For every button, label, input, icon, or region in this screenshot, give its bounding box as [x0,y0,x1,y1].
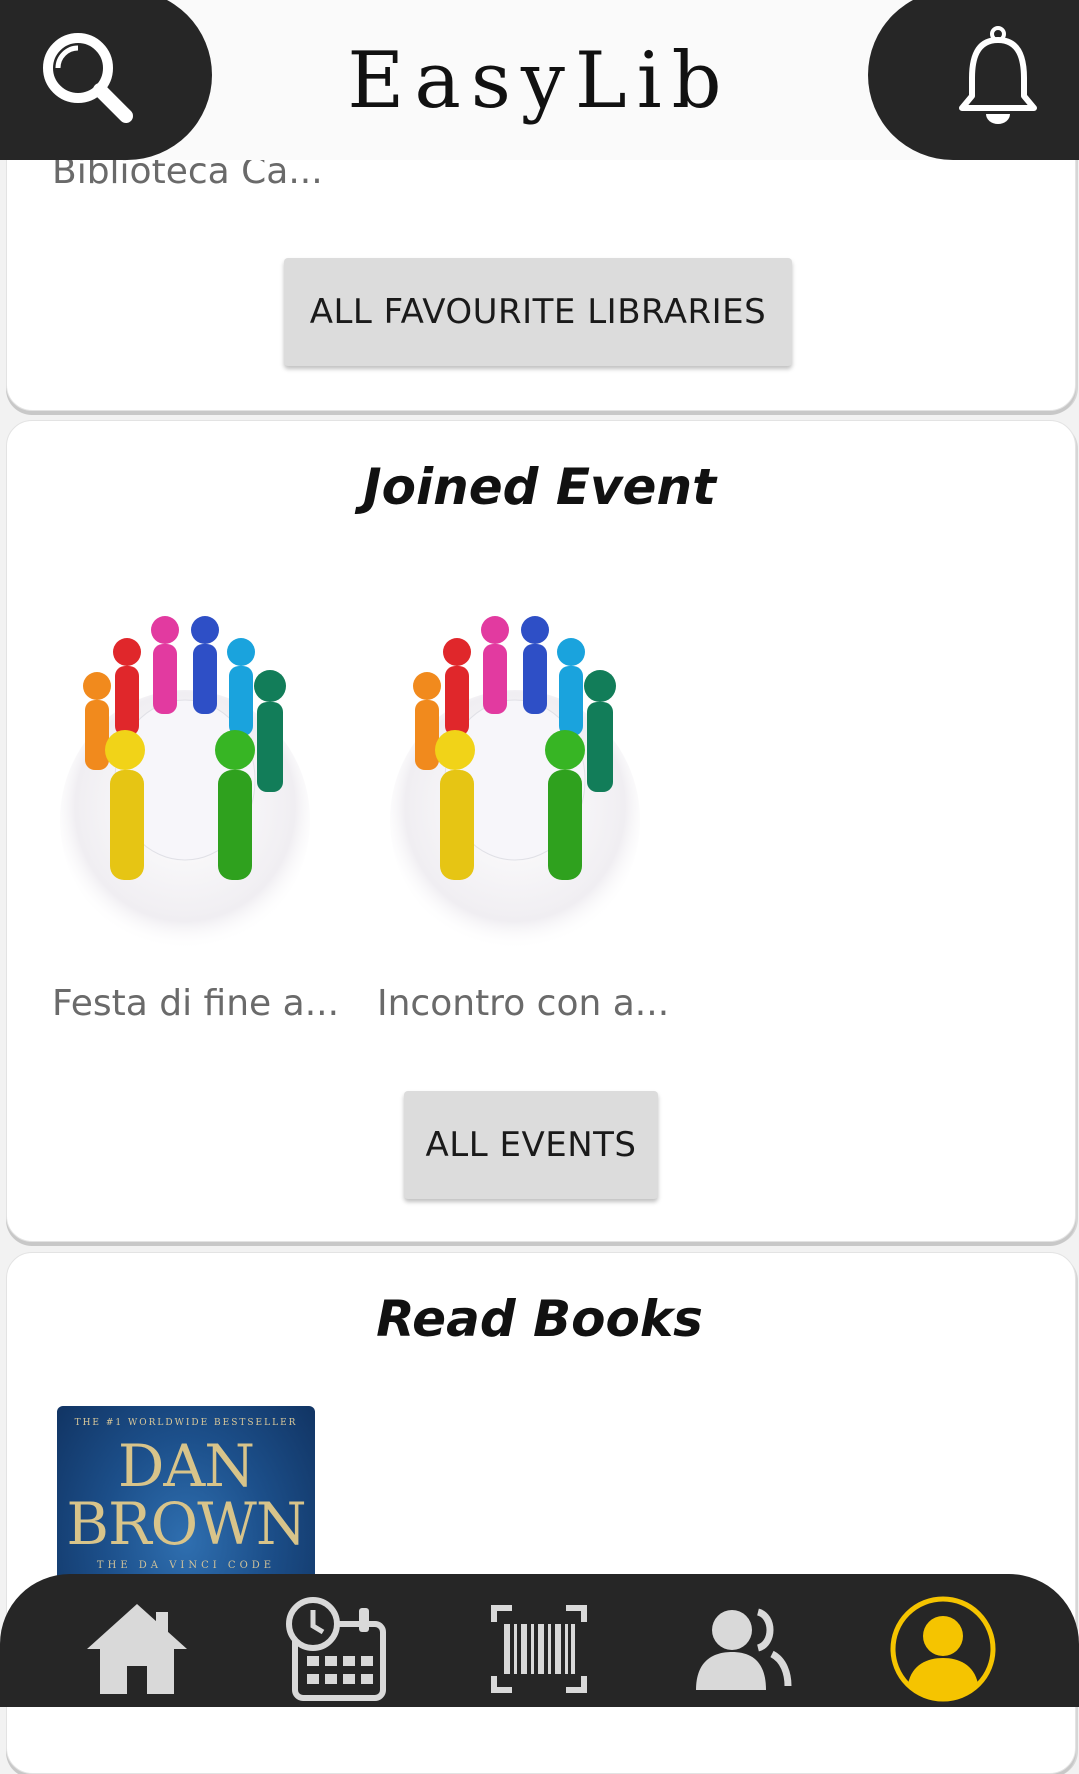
all-events-button[interactable]: ALL EVENTS [404,1091,658,1199]
community-icon [696,1608,792,1690]
nav-profile[interactable] [888,1594,998,1704]
nav-scan[interactable] [484,1594,594,1704]
nav-calendar[interactable] [283,1594,393,1704]
book-cover-tagline: THE #1 WORLDWIDE BESTSELLER [74,1418,298,1428]
profile-icon [890,1596,996,1702]
all-favourite-libraries-button[interactable]: ALL FAVOURITE LIBRARIES [284,258,792,366]
event-thumbnail[interactable] [55,600,315,960]
event-name[interactable]: Incontro con a... [377,983,669,1024]
barcode-icon [491,1605,587,1693]
bottom-navigation [0,1574,1079,1707]
nav-community[interactable] [686,1594,796,1704]
book-cover-subtitle: THE DA VINCI CODE [96,1560,276,1571]
event-thumbnail[interactable] [385,600,645,960]
joined-events-title: Joined Event [363,458,716,516]
app-header: EasyLib [0,0,1079,160]
read-books-title: Read Books [376,1290,703,1348]
home-icon [87,1604,187,1694]
calendar-clock-icon [286,1597,386,1701]
book-cover-author-last: BROWN [66,1490,306,1558]
bell-icon [959,26,1037,124]
nav-home[interactable] [82,1594,192,1704]
notifications-button[interactable] [868,0,1079,160]
event-name[interactable]: Festa di fine a... [52,983,339,1024]
